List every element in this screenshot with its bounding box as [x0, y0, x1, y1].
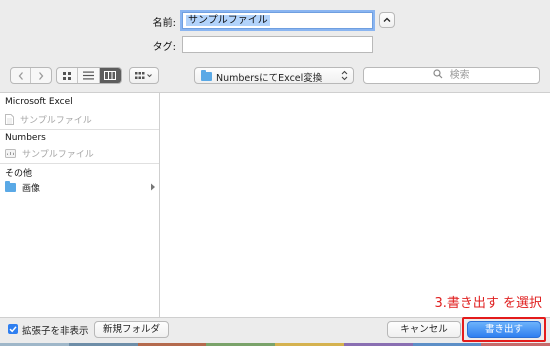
folder-icon: [201, 70, 212, 81]
list-view-button[interactable]: [78, 68, 100, 83]
sidebar-item-images-folder[interactable]: 画像: [5, 179, 159, 195]
folder-icon: [5, 180, 16, 192]
sidebar-item-label: サンプルファイル: [22, 149, 94, 160]
icon-view-button[interactable]: [57, 68, 79, 83]
updown-chevron-icon: [341, 70, 348, 81]
list-icon: [83, 71, 95, 80]
hide-extension-checkbox[interactable]: [8, 324, 18, 334]
forward-button[interactable]: [31, 68, 51, 83]
numbers-file-icon: [5, 148, 16, 158]
disclosure-arrow-icon: [151, 183, 155, 191]
search-icon: [433, 69, 443, 79]
search-field[interactable]: 検索: [363, 67, 540, 84]
sidebar-section-numbers: Numbers: [5, 133, 46, 143]
back-button[interactable]: [11, 68, 31, 83]
column-view-button[interactable]: [99, 68, 121, 83]
name-field-value: サンプルファイル: [186, 15, 270, 26]
cancel-button[interactable]: キャンセル: [387, 321, 461, 338]
name-field[interactable]: サンプルファイル: [182, 12, 373, 29]
group-icon: [135, 72, 152, 79]
collapse-button[interactable]: [379, 12, 395, 28]
search-placeholder: 検索: [449, 70, 470, 81]
columns-icon: [104, 71, 117, 80]
sidebar-section-other: その他: [5, 169, 33, 179]
sidebar-item-numbers-file[interactable]: サンプルファイル: [5, 145, 159, 161]
location-label: NumbersにてExcel変換: [216, 73, 323, 84]
tags-field[interactable]: [182, 36, 373, 53]
file-column: [160, 93, 550, 317]
chevron-right-icon: [39, 71, 44, 80]
hide-extension-label: 拡張子を非表示: [22, 326, 89, 337]
view-mode-segment: [56, 67, 122, 84]
sidebar: Microsoft Excel サンプルファイル Numbers サンプルファイ…: [0, 93, 160, 317]
chevron-left-icon: [18, 71, 23, 80]
group-menu-button[interactable]: [129, 67, 159, 84]
new-folder-button[interactable]: 新規フォルダ: [94, 321, 169, 338]
grid-icon: [63, 71, 72, 80]
browser-pane: Microsoft Excel サンプルファイル Numbers サンプルファイ…: [0, 92, 550, 318]
chevron-up-icon: [383, 17, 391, 22]
document-icon: [5, 113, 14, 125]
sidebar-section-excel: Microsoft Excel: [5, 97, 73, 107]
name-label: 名前:: [152, 18, 176, 29]
location-popup[interactable]: NumbersにてExcel変換: [194, 67, 354, 84]
export-button[interactable]: 書き出す: [467, 321, 541, 338]
sidebar-item-label: サンプルファイル: [20, 115, 92, 126]
checkmark-icon: [9, 326, 17, 333]
nav-segment: [10, 67, 52, 84]
instruction-annotation: 3.書き出す を選択: [434, 296, 542, 311]
sidebar-item-label: 画像: [22, 183, 41, 194]
sidebar-item-excel-file[interactable]: サンプルファイル: [5, 111, 159, 127]
tags-label: タグ:: [152, 42, 176, 53]
